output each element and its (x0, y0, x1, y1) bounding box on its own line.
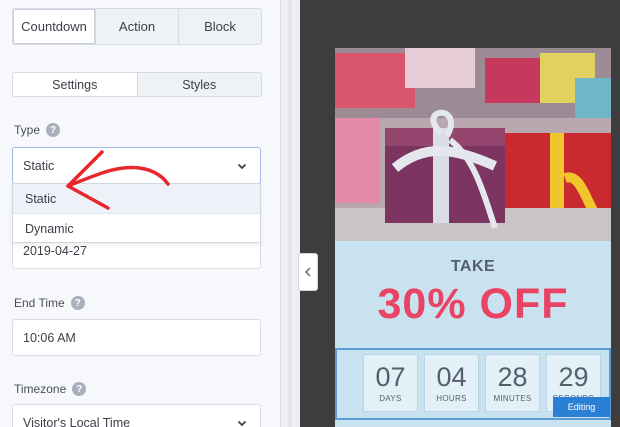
settings-styles-tabs: Settings Styles (12, 72, 262, 97)
type-label-row: Type ? (14, 123, 61, 137)
end-date-value: 2019-04-27 (23, 243, 87, 258)
editing-badge: Editing (553, 397, 610, 417)
chevron-down-icon (237, 420, 247, 426)
offer-text: 30% OFF (377, 280, 569, 328)
end-time-value: 10:06 AM (23, 330, 76, 345)
tab-countdown[interactable]: Countdown (13, 9, 95, 44)
tab-block[interactable]: Block (178, 9, 261, 44)
panel-divider[interactable] (280, 0, 300, 427)
help-icon[interactable]: ? (46, 123, 61, 137)
chevron-left-icon (304, 267, 311, 277)
end-time-field[interactable]: 10:06 AM (12, 319, 261, 356)
gift-boxes-image (335, 48, 611, 241)
timezone-select[interactable]: Visitor's Local Time (12, 404, 261, 427)
timezone-label: Timezone (14, 382, 67, 396)
timezone-value: Visitor's Local Time (23, 415, 131, 427)
countdown-hours: 04 HOURS (424, 354, 479, 412)
type-label: Type (14, 123, 41, 137)
type-select[interactable]: Static (12, 147, 261, 184)
countdown-hours-unit: HOURS (436, 394, 467, 403)
countdown-days-unit: DAYS (379, 394, 402, 403)
tab-action[interactable]: Action (95, 9, 178, 44)
countdown-minutes-unit: MINUTES (493, 394, 532, 403)
countdown-minutes-value: 28 (497, 362, 528, 392)
collapse-panel-button[interactable] (298, 253, 318, 291)
type-dropdown-menu: Static Dynamic (12, 183, 261, 243)
option-dynamic[interactable]: Dynamic (13, 214, 260, 244)
countdown-days: 07 DAYS (363, 354, 418, 412)
countdown-minutes: 28 MINUTES (485, 354, 540, 412)
countdown-days-value: 07 (375, 362, 406, 392)
divider-rail (288, 0, 292, 427)
headline-text: TAKE (450, 258, 496, 275)
countdown-hours-value: 04 (436, 362, 467, 392)
end-time-label: End Time (14, 296, 65, 310)
help-icon[interactable]: ? (70, 296, 85, 310)
timezone-label-row: Timezone ? (14, 382, 87, 396)
help-icon[interactable]: ? (72, 382, 87, 396)
settings-panel: Countdown Action Block Settings Styles T… (0, 0, 280, 427)
chevron-down-icon (237, 163, 247, 169)
tab-settings[interactable]: Settings (13, 73, 137, 96)
campaign-popup[interactable]: TAKE 30% OFF 07 DAYS 04 HOURS 28 MINUTES… (335, 48, 611, 427)
end-time-label-row: End Time ? (14, 296, 85, 310)
tab-styles[interactable]: Styles (136, 73, 262, 96)
countdown-seconds-value: 29 (558, 362, 589, 392)
option-static[interactable]: Static (13, 184, 260, 214)
type-select-value: Static (23, 158, 55, 173)
block-type-tabs: Countdown Action Block (12, 8, 262, 45)
